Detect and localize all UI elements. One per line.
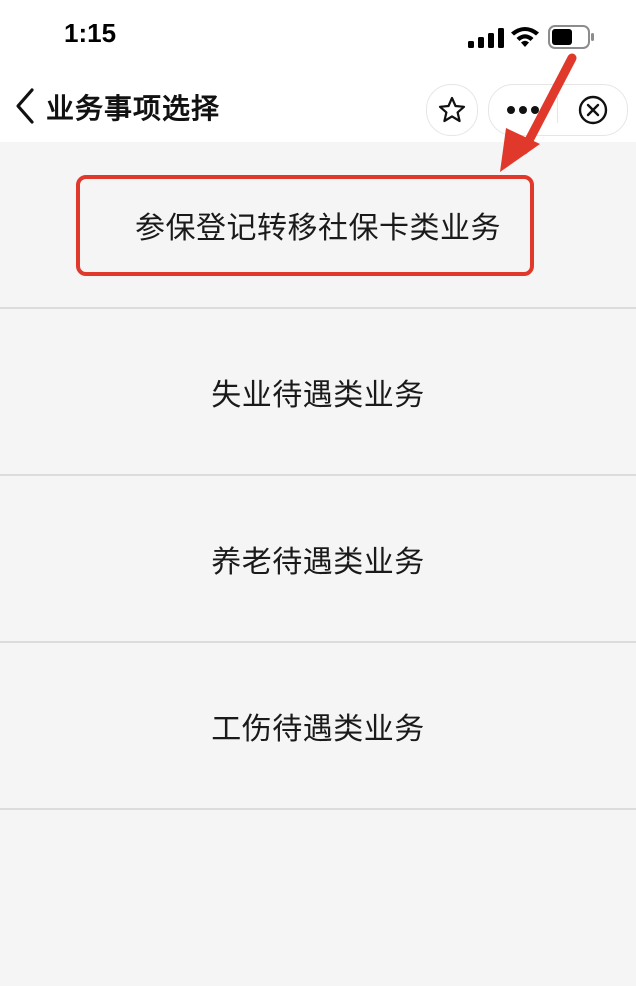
list-item-label: 参保登记转移社保卡类业务	[135, 210, 501, 246]
list-item-social-security-registration[interactable]: 参保登记转移社保卡类业务	[0, 142, 636, 309]
star-icon	[438, 96, 466, 123]
status-bar: 1:15	[0, 0, 636, 70]
close-button[interactable]	[558, 85, 627, 135]
more-dots-icon	[507, 106, 539, 114]
list-item-work-injury-benefits[interactable]: 工伤待遇类业务	[0, 643, 636, 810]
signal-icon	[468, 28, 504, 48]
chevron-left-icon[interactable]	[10, 86, 42, 126]
favorite-button[interactable]	[426, 84, 478, 136]
status-time: 1:15	[64, 18, 117, 48]
list-item-label: 工伤待遇类业务	[211, 711, 425, 747]
business-item-list: 参保登记转移社保卡类业务 失业待遇类业务 养老待遇类业务 工伤待遇类业务	[0, 142, 636, 810]
wifi-icon	[511, 27, 539, 47]
list-item-label: 失业待遇类业务	[211, 377, 425, 413]
menu-capsule	[488, 84, 628, 136]
more-button[interactable]	[489, 85, 557, 135]
close-circle-icon	[578, 95, 607, 125]
list-item-pension-benefits[interactable]: 养老待遇类业务	[0, 476, 636, 643]
nav-bar: 业务事项选择	[0, 70, 636, 142]
list-item-unemployment-benefits[interactable]: 失业待遇类业务	[0, 309, 636, 476]
battery-icon	[548, 25, 594, 49]
page-title: 业务事项选择	[46, 92, 221, 125]
list-item-label: 养老待遇类业务	[211, 544, 425, 580]
